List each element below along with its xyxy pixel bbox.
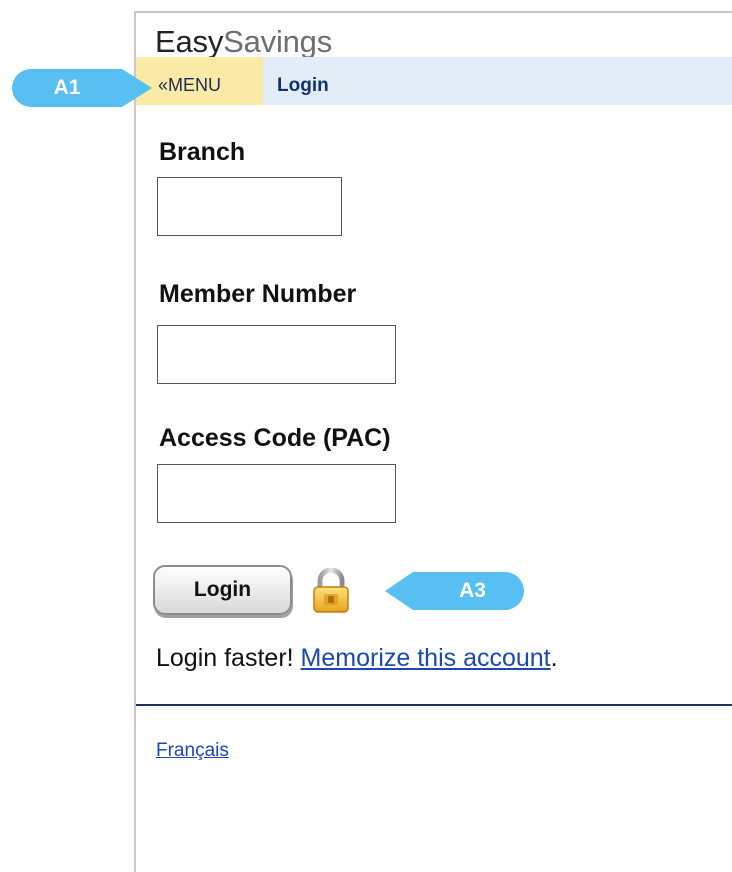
memorize-promo: Login faster! Memorize this account. (156, 644, 558, 673)
language-link-francais[interactable]: Français (156, 740, 229, 762)
member-number-label: Member Number (159, 280, 357, 308)
lock-icon (313, 568, 349, 613)
member-number-input[interactable] (157, 325, 396, 384)
access-code-input[interactable] (157, 464, 396, 523)
branch-input[interactable] (157, 177, 342, 236)
memorize-account-link[interactable]: Memorize this account (301, 644, 551, 672)
menu-button[interactable]: «MENU (136, 57, 263, 105)
promo-text: Login faster! (156, 644, 301, 672)
brand-savings: Savings (223, 24, 333, 59)
annotation-a3: A3 (385, 572, 524, 610)
brand-logo: EasySavings (155, 24, 332, 60)
login-button[interactable]: Login (153, 565, 292, 615)
annotation-a1: A1 (12, 69, 152, 107)
page-title: Login (277, 75, 329, 96)
access-code-label: Access Code (PAC) (159, 424, 391, 452)
brand-easy: Easy (155, 24, 224, 59)
promo-suffix: . (550, 644, 558, 672)
branch-label: Branch (159, 138, 246, 166)
footer-divider (136, 704, 732, 706)
